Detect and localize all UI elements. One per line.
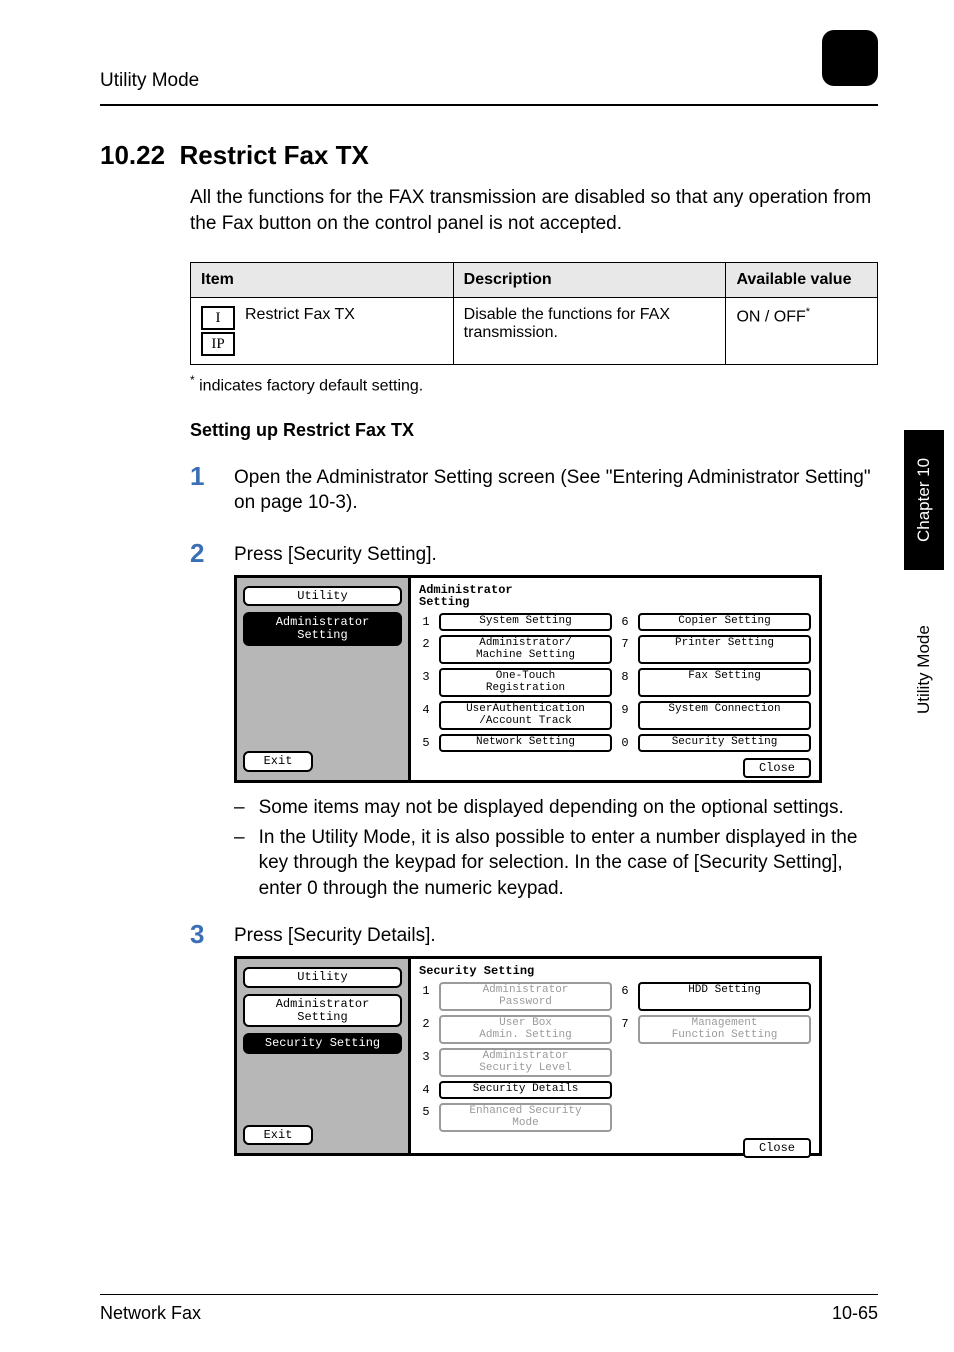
btn-security-details[interactable]: Security Details [439, 1081, 612, 1099]
section-intro: All the functions for the FAX transmissi… [190, 185, 878, 236]
footer-left: Network Fax [100, 1303, 201, 1324]
step-number-3: 3 [190, 919, 214, 950]
side-tab-title: Utility Mode [904, 570, 944, 770]
admin-setting-pill[interactable]: Administrator Setting [243, 612, 402, 645]
btn-admin-machine[interactable]: Administrator/ Machine Setting [439, 635, 612, 664]
btn-user-box-admin[interactable]: User Box Admin. Setting [439, 1015, 612, 1044]
btn-user-auth[interactable]: UserAuthentication /Account Track [439, 701, 612, 730]
th-item: Item [191, 263, 454, 298]
item-name: Restrict Fax TX [245, 306, 355, 324]
btn-admin-password[interactable]: Administrator Password [439, 982, 612, 1011]
btn-system-connection[interactable]: System Connection [638, 701, 811, 730]
btn-security-setting[interactable]: Security Setting [638, 734, 811, 752]
step-text-2: Press [Security Setting]. [234, 538, 878, 568]
chapter-number-badge: 10 [822, 30, 878, 86]
security-setting-screen: Utility Administrator Setting Security S… [234, 956, 822, 1156]
th-description: Description [453, 263, 726, 298]
exit-button-2[interactable]: Exit [243, 1125, 313, 1146]
table-row: I IP Restrict Fax TX Disable the functio… [191, 298, 878, 365]
item-description: Disable the functions for FAX transmissi… [453, 298, 726, 365]
screen-title: Administrator Setting [419, 584, 811, 609]
btn-system-setting[interactable]: System Setting [439, 613, 612, 631]
btn-printer-setting[interactable]: Printer Setting [638, 635, 811, 664]
btn-fax-setting[interactable]: Fax Setting [638, 668, 811, 697]
settings-table: Item Description Available value I IP Re… [190, 262, 878, 365]
section-heading: 10.22 Restrict Fax TX [100, 140, 878, 171]
th-value: Available value [726, 263, 878, 298]
close-button-2[interactable]: Close [743, 1138, 811, 1158]
close-button[interactable]: Close [743, 758, 811, 778]
btn-network-setting[interactable]: Network Setting [439, 734, 612, 752]
icon-i: I [201, 306, 235, 330]
note-2: –In the Utility Mode, it is also possibl… [234, 825, 878, 902]
exit-button[interactable]: Exit [243, 751, 313, 772]
security-setting-pill[interactable]: Security Setting [243, 1033, 402, 1054]
page-footer: Network Fax 10-65 [100, 1294, 878, 1324]
side-tab: Chapter 10 Utility Mode [904, 430, 944, 770]
utility-pill-2[interactable]: Utility [243, 967, 402, 988]
admin-setting-pill-2[interactable]: Administrator Setting [243, 994, 402, 1027]
table-footnote: * indicates factory default setting. [190, 373, 878, 395]
step-text-1: Open the Administrator Setting screen (S… [234, 461, 878, 516]
screen-title-2: Security Setting [419, 965, 811, 978]
setup-heading: Setting up Restrict Fax TX [190, 420, 878, 441]
admin-setting-screen: Utility Administrator Setting Exit Admin… [234, 575, 822, 783]
btn-mgmt-function[interactable]: Management Function Setting [638, 1015, 811, 1044]
breadcrumb: Utility Mode [100, 70, 199, 92]
btn-copier-setting[interactable]: Copier Setting [638, 613, 811, 631]
step-text-3: Press [Security Details]. [234, 919, 878, 949]
btn-admin-sec-level[interactable]: Administrator Security Level [439, 1048, 612, 1077]
btn-enhanced-security[interactable]: Enhanced Security Mode [439, 1103, 612, 1132]
item-value: ON / OFF* [726, 298, 878, 365]
icon-ip: IP [201, 332, 235, 356]
step-number-1: 1 [190, 461, 214, 492]
footer-right: 10-65 [832, 1303, 878, 1324]
btn-hdd-setting[interactable]: HDD Setting [638, 982, 811, 1011]
note-1: –Some items may not be displayed dependi… [234, 795, 878, 821]
header-rule [100, 104, 878, 106]
btn-one-touch[interactable]: One-Touch Registration [439, 668, 612, 697]
step-number-2: 2 [190, 538, 214, 569]
utility-pill[interactable]: Utility [243, 586, 402, 607]
side-tab-chapter: Chapter 10 [904, 430, 944, 570]
